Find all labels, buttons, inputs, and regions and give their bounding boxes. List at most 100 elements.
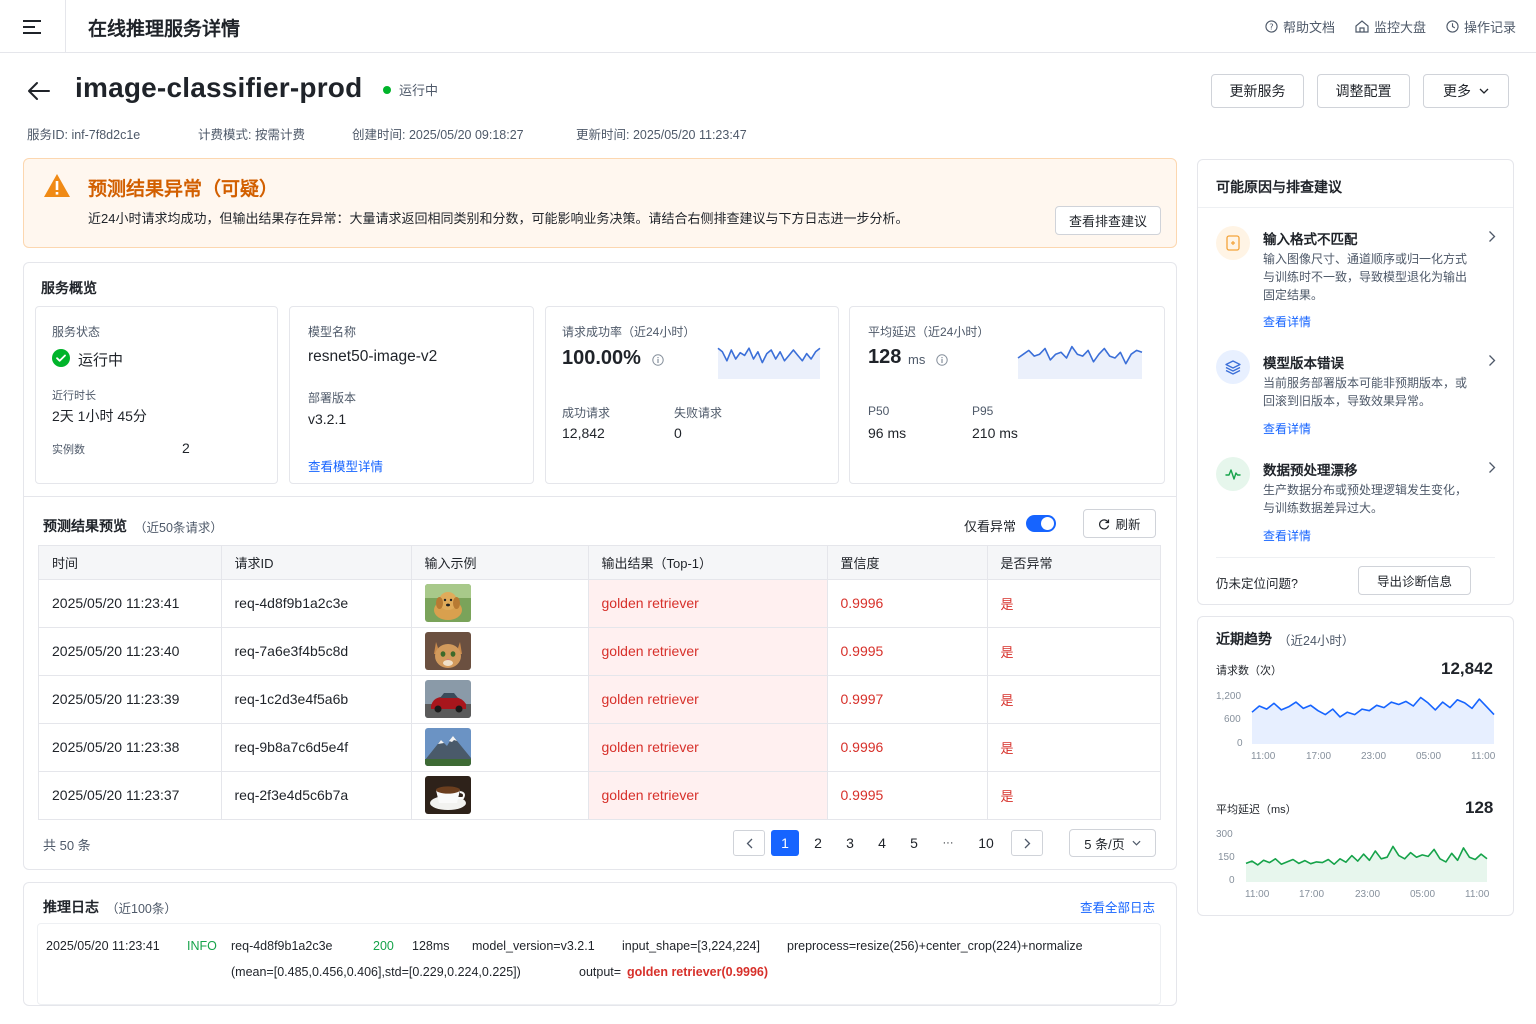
cat-image-thumbnail[interactable] — [424, 632, 471, 670]
cause-title: 模型版本错误 — [1263, 356, 1344, 371]
row-confidence: 0.9996 — [827, 723, 988, 772]
refresh-label: 刷新 — [1115, 518, 1141, 532]
page-ellipsis[interactable]: ··· — [935, 830, 961, 856]
chevron-right-icon[interactable] — [1488, 230, 1496, 243]
x-tick: 05:00 — [1416, 751, 1442, 762]
success-rate-value: 100.00% — [562, 347, 641, 369]
row-abnormal-flag: 是 — [987, 723, 1160, 772]
row-input-thumbnail[interactable] — [411, 579, 589, 628]
export-diagnostics-button[interactable]: 导出诊断信息 — [1358, 566, 1471, 595]
cause-input-format[interactable]: 输入格式不匹配 输入图像尺寸、通道顺序或归一化方式与训练时不一致，导致模型退化为… — [1216, 226, 1496, 336]
back-button[interactable] — [26, 78, 52, 107]
column-header-time[interactable]: 时间 — [39, 546, 222, 580]
table-row[interactable]: 2025/05/20 11:23:38 req-9b8a7c6d5e4f gol… — [39, 723, 1160, 772]
cause-model-version[interactable]: 模型版本错误 当前服务部署版本可能非预期版本，或回滚到旧版本，导致效果异常。 查… — [1216, 350, 1496, 440]
chevron-left-icon — [746, 838, 752, 848]
chevron-right-icon[interactable] — [1488, 461, 1496, 474]
avg-latency-card: 平均延迟（近24小时） 128 ms P50 96 ms P95 210 ms — [849, 306, 1165, 484]
chevron-right-icon[interactable] — [1488, 354, 1496, 367]
clock-icon — [1446, 20, 1459, 33]
divider — [24, 496, 1176, 497]
page-5[interactable]: 5 — [901, 830, 927, 856]
log-status-code: 200 — [373, 939, 394, 953]
deploy-version-value: v3.2.1 — [308, 411, 347, 427]
table-row[interactable]: 2025/05/20 11:23:39 req-1c2d3e4f5a6b gol… — [39, 675, 1160, 724]
monitor-dashboard-link[interactable]: 监控大盘 — [1355, 17, 1426, 36]
alert-description: 近24小时请求均成功，但输出结果存在异常：大量请求返回相同类别和分数，可能影响业… — [88, 211, 909, 226]
model-name-label: 模型名称 — [308, 325, 357, 339]
unresolved-text: 仍未定位问题? — [1216, 577, 1298, 591]
info-icon[interactable] — [652, 354, 664, 366]
page-1[interactable]: 1 — [771, 830, 799, 856]
x-tick: 11:00 — [1465, 889, 1490, 900]
row-input-thumbnail[interactable] — [411, 771, 589, 819]
row-input-thumbnail[interactable] — [411, 675, 589, 724]
table-row[interactable]: 2025/05/20 11:23:37 req-2f3e4d5c6b7a gol… — [39, 771, 1160, 819]
log-time: 2025/05/20 11:23:41 — [46, 939, 160, 953]
total-count: 共 50 条 — [43, 838, 91, 853]
car-image-thumbnail[interactable] — [424, 680, 471, 718]
page-size-value: 5 条/页 — [1084, 836, 1125, 852]
column-header-confidence[interactable]: 置信度 — [827, 546, 988, 580]
table-row[interactable]: 2025/05/20 11:23:40 req-7a6e3f4b5c8d gol… — [39, 627, 1160, 676]
dog-image-thumbnail[interactable] — [424, 584, 471, 622]
view-troubleshoot-button[interactable]: 查看排查建议 — [1055, 206, 1161, 235]
avg-latency-sparkline — [1017, 345, 1143, 379]
page-4[interactable]: 4 — [869, 830, 895, 856]
check-circle-icon — [52, 349, 70, 367]
y-tick: 300 — [1216, 829, 1233, 840]
column-header-abnormal[interactable]: 是否异常 — [987, 546, 1160, 580]
page-size-select[interactable]: 5 条/页 — [1069, 829, 1156, 857]
help-docs-link[interactable]: ? 帮助文档 — [1265, 17, 1335, 36]
menu-button[interactable] — [0, 0, 66, 53]
cause-details-link[interactable]: 查看详情 — [1263, 313, 1311, 330]
cause-preprocess-drift[interactable]: 数据预处理漂移 生产数据分布或预处理逻辑发生变化，与训练数据差异过大。 查看详情 — [1216, 457, 1496, 547]
top-bar: 在线推理服务详情 ? 帮助文档 监控大盘 操作记录 — [0, 0, 1536, 53]
prev-page-button[interactable] — [733, 830, 765, 856]
only-abnormal-toggle[interactable] — [1026, 515, 1056, 532]
row-input-thumbnail[interactable] — [411, 627, 589, 676]
refresh-button[interactable]: 刷新 — [1083, 509, 1156, 538]
success-requests-label: 成功请求 — [562, 406, 611, 420]
cause-description: 生产数据分布或预处理逻辑发生变化，与训练数据差异过大。 — [1263, 483, 1468, 515]
page-3[interactable]: 3 — [837, 830, 863, 856]
success-rate-label: 请求成功率（近24小时） — [562, 325, 696, 339]
cause-icon-wrap — [1216, 226, 1250, 260]
p95-label: P95 — [972, 404, 994, 418]
chevron-down-icon — [1132, 840, 1141, 846]
mountain-image-thumbnail[interactable] — [424, 728, 471, 766]
table-row[interactable]: 2025/05/20 11:23:41 req-4d8f9b1a2c3e gol… — [39, 579, 1160, 628]
hamburger-icon — [22, 19, 41, 34]
page-2[interactable]: 2 — [805, 830, 831, 856]
more-dropdown-button[interactable]: 更多 — [1423, 74, 1509, 108]
avg-latency-value: 128 — [868, 346, 902, 368]
avg-latency-unit: ms — [908, 352, 926, 367]
model-info-card: 模型名称 resnet50-image-v2 部署版本 v3.2.1 查看模型详… — [289, 306, 534, 484]
column-header-output[interactable]: 输出结果（Top-1） — [588, 546, 828, 580]
info-icon[interactable] — [936, 354, 948, 366]
column-header-input-sample[interactable]: 输入示例 — [411, 546, 589, 580]
row-confidence: 0.9997 — [827, 675, 988, 724]
cause-details-link[interactable]: 查看详情 — [1263, 527, 1311, 544]
column-header-request-id[interactable]: 请求ID — [221, 546, 412, 580]
view-model-details-link[interactable]: 查看模型详情 — [308, 456, 383, 475]
row-input-thumbnail[interactable] — [411, 723, 589, 772]
file-format-icon — [1226, 235, 1240, 251]
log-input-shape: input_shape=[3,224,224] — [622, 939, 760, 953]
y-tick: 600 — [1224, 714, 1241, 725]
view-all-logs-link[interactable]: 查看全部日志 — [1080, 897, 1155, 916]
success-rate-card: 请求成功率（近24小时） 100.00% 成功请求 12,842 失败请求 0 — [545, 306, 839, 484]
model-name-value: resnet50-image-v2 — [308, 348, 438, 365]
billing-mode: 计费模式: 按需计费 — [198, 128, 305, 142]
next-page-button[interactable] — [1011, 830, 1043, 856]
cause-details-link[interactable]: 查看详情 — [1263, 420, 1311, 437]
coffee-image-thumbnail[interactable] — [424, 776, 471, 815]
operation-log-link[interactable]: 操作记录 — [1446, 17, 1516, 36]
page-10[interactable]: 10 — [971, 830, 1001, 856]
service-name: image-classifier-prod — [75, 72, 363, 103]
monitor-dashboard-label: 监控大盘 — [1373, 20, 1426, 35]
requests-trend-area — [1252, 697, 1494, 744]
update-service-button[interactable]: 更新服务 — [1211, 74, 1304, 108]
adjust-config-button[interactable]: 调整配置 — [1317, 74, 1410, 108]
row-output: golden retriever — [588, 627, 828, 676]
